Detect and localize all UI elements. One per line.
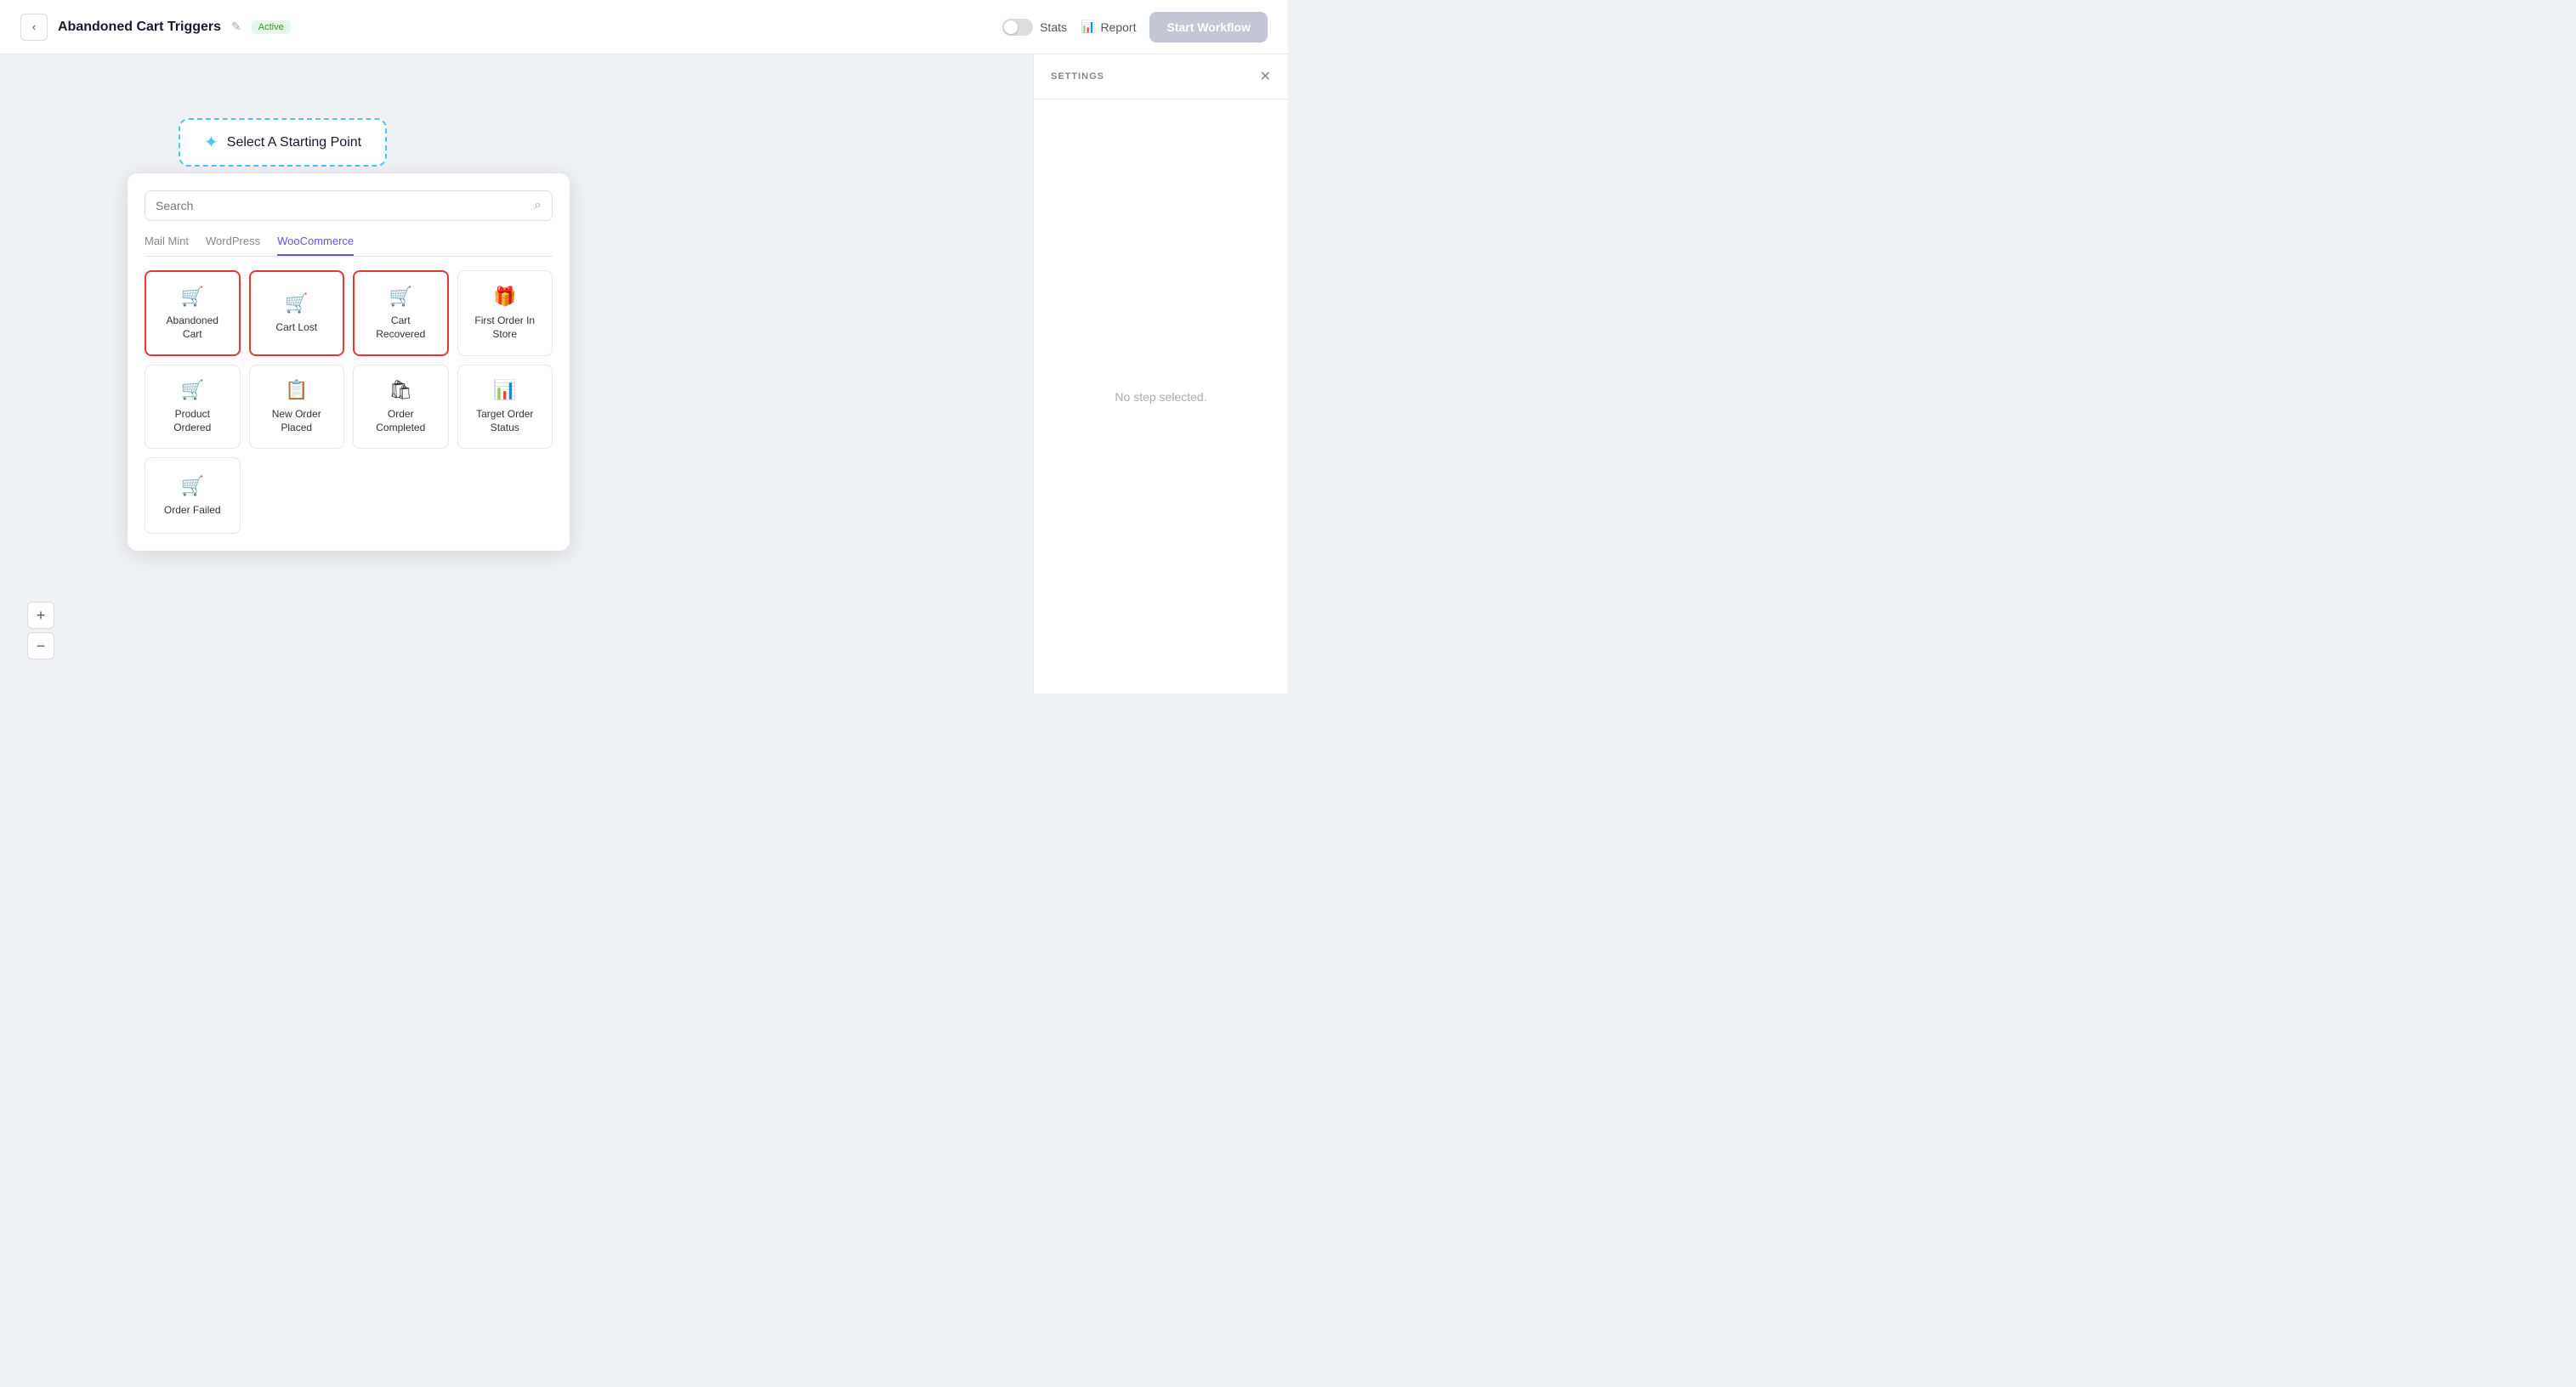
first-order-icon: 🎁: [493, 286, 516, 308]
settings-body: No step selected.: [1034, 99, 1288, 694]
trigger-product-ordered[interactable]: 🛒 ProductOrdered: [145, 365, 241, 449]
stats-toggle-group: Stats: [1002, 19, 1067, 36]
new-order-placed-icon: 📋: [285, 379, 308, 401]
search-icon: ⌕: [534, 198, 542, 213]
cart-recovered-label: CartRecovered: [376, 314, 425, 341]
back-icon: ‹: [32, 20, 36, 33]
order-failed-label: Order Failed: [164, 504, 221, 518]
active-badge: Active: [252, 20, 291, 34]
starting-point-card[interactable]: ✦ Select A Starting Point: [179, 118, 387, 167]
header-right: Stats 📊 Report Start Workflow: [1002, 12, 1268, 42]
product-ordered-label: ProductOrdered: [173, 408, 211, 434]
trigger-order-failed[interactable]: 🛒 Order Failed: [145, 457, 241, 534]
zoom-out-button[interactable]: −: [27, 632, 54, 660]
tab-woocommerce[interactable]: WooCommerce: [277, 235, 354, 256]
no-step-text: No step selected.: [1115, 390, 1206, 404]
cart-lost-label: Cart Lost: [275, 321, 317, 335]
report-button[interactable]: 📊 Report: [1081, 20, 1136, 34]
tab-mail-mint[interactable]: Mail Mint: [145, 235, 189, 256]
header-left: ‹ Abandoned Cart Triggers ✎ Active: [20, 14, 291, 41]
trigger-order-completed[interactable]: 🛍 OrderCompleted: [353, 365, 449, 449]
search-box: ⌕: [145, 190, 553, 221]
stats-toggle[interactable]: [1002, 19, 1033, 36]
header: ‹ Abandoned Cart Triggers ✎ Active Stats…: [0, 0, 1288, 54]
main: ✦ Select A Starting Point ⌕ Mail Mint Wo…: [0, 54, 1288, 694]
settings-close-button[interactable]: ✕: [1260, 68, 1271, 85]
new-order-placed-label: New OrderPlaced: [272, 408, 321, 434]
settings-panel: SETTINGS ✕ No step selected.: [1033, 54, 1288, 694]
start-workflow-button[interactable]: Start Workflow: [1149, 12, 1268, 42]
triggers-grid: 🛒 AbandonedCart 🛒 Cart Lost 🛒 CartRecove…: [145, 270, 553, 534]
target-order-status-icon: 📊: [493, 379, 516, 401]
trigger-cart-lost[interactable]: 🛒 Cart Lost: [249, 270, 345, 356]
trigger-new-order-placed[interactable]: 📋 New OrderPlaced: [249, 365, 345, 449]
cart-lost-icon: 🛒: [285, 292, 308, 314]
abandoned-cart-icon: 🛒: [181, 286, 204, 308]
cart-recovered-icon: 🛒: [389, 286, 412, 308]
settings-title: SETTINGS: [1051, 71, 1104, 82]
starting-point-text: Select A Starting Point: [227, 135, 361, 150]
settings-header: SETTINGS ✕: [1034, 54, 1288, 99]
abandoned-cart-label: AbandonedCart: [167, 314, 218, 341]
report-label: Report: [1100, 20, 1136, 34]
product-ordered-icon: 🛒: [181, 379, 204, 401]
page-title: Abandoned Cart Triggers: [58, 20, 221, 35]
trigger-cart-recovered[interactable]: 🛒 CartRecovered: [353, 270, 449, 356]
back-button[interactable]: ‹: [20, 14, 48, 41]
canvas: ✦ Select A Starting Point ⌕ Mail Mint Wo…: [0, 54, 1033, 694]
zoom-in-button[interactable]: +: [27, 602, 54, 629]
report-chart-icon: 📊: [1081, 20, 1095, 34]
first-order-label: First Order InStore: [474, 314, 535, 341]
starting-point-icon: ✦: [204, 132, 218, 153]
tab-wordpress[interactable]: WordPress: [206, 235, 260, 256]
tabs: Mail Mint WordPress WooCommerce: [145, 235, 553, 257]
order-failed-icon: 🛒: [181, 475, 204, 497]
trigger-first-order-in-store[interactable]: 🎁 First Order InStore: [457, 270, 553, 356]
order-completed-label: OrderCompleted: [376, 408, 425, 434]
search-input[interactable]: [156, 199, 527, 212]
stats-label: Stats: [1040, 20, 1067, 34]
target-order-status-label: Target OrderStatus: [476, 408, 533, 434]
trigger-abandoned-cart[interactable]: 🛒 AbandonedCart: [145, 270, 241, 356]
trigger-dropdown-panel: ⌕ Mail Mint WordPress WooCommerce 🛒 Aban…: [128, 173, 570, 551]
zoom-controls: + −: [27, 602, 54, 660]
edit-icon[interactable]: ✎: [231, 20, 241, 34]
order-completed-icon: 🛍: [389, 379, 412, 401]
trigger-target-order-status[interactable]: 📊 Target OrderStatus: [457, 365, 553, 449]
